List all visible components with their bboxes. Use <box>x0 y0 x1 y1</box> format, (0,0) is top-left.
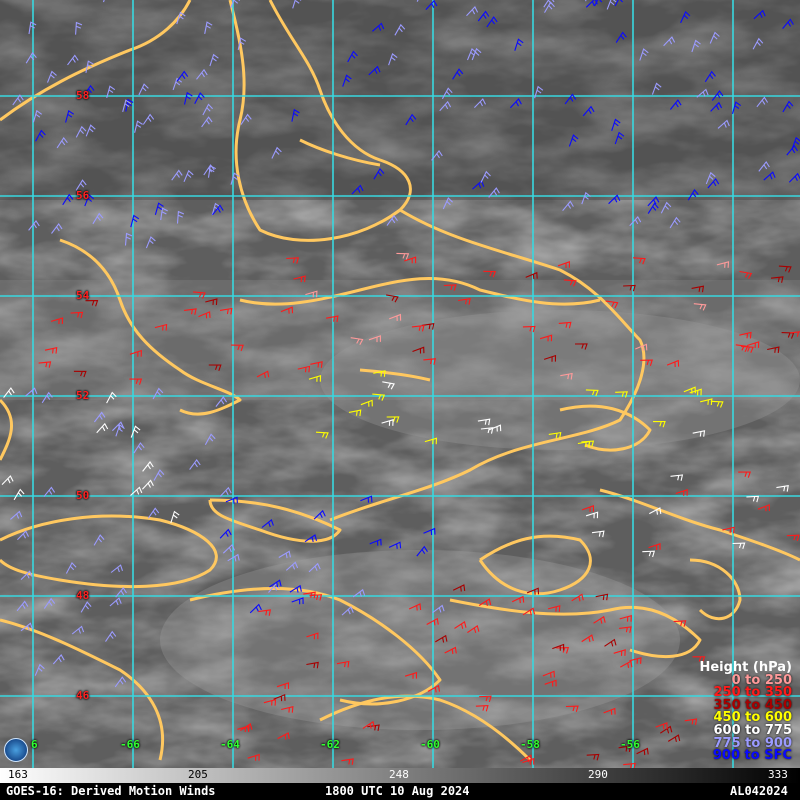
lon-label-62: -62 <box>320 738 340 751</box>
lon-label-64: -64 <box>220 738 240 751</box>
lat-label-46: 46 <box>76 689 90 702</box>
cloud-mass-south <box>160 550 680 730</box>
height-legend: Height (hPa) 0 to 250 250 to 350 350 to … <box>699 661 792 764</box>
footer-product: GOES-16: Derived Motion Winds <box>6 784 216 798</box>
noaa-logo-icon <box>4 738 28 762</box>
lat-label-54: 54 <box>76 289 90 302</box>
lon-label-56: -56 <box>620 738 640 751</box>
colorbar-tick-163: 163 <box>8 768 28 781</box>
lon-label-partial: 6 <box>31 738 38 751</box>
footer-storm-id: AL042024 <box>730 784 788 798</box>
satellite-map <box>0 0 800 768</box>
colorbar-tick-333: 333 <box>768 768 788 781</box>
footer-timestamp: 1800 UTC 10 Aug 2024 <box>325 784 470 798</box>
colorbar-tick-290: 290 <box>588 768 608 781</box>
lon-label-58: -58 <box>520 738 540 751</box>
lon-label-60: -60 <box>420 738 440 751</box>
legend-item-900-sfc: 900 to SFC <box>712 748 792 764</box>
lat-label-50: 50 <box>76 489 90 502</box>
lat-label-52: 52 <box>76 389 90 402</box>
lat-label-56: 56 <box>76 189 90 202</box>
footer-bar: GOES-16: Derived Motion Winds 1800 UTC 1… <box>0 783 800 800</box>
cloud-mass-east <box>320 310 800 450</box>
colorbar-tick-248: 248 <box>389 768 409 781</box>
lon-label-66: -66 <box>120 738 140 751</box>
lat-label-58: 58 <box>76 89 90 102</box>
colorbar-tick-205: 205 <box>188 768 208 781</box>
lat-label-48: 48 <box>76 589 90 602</box>
